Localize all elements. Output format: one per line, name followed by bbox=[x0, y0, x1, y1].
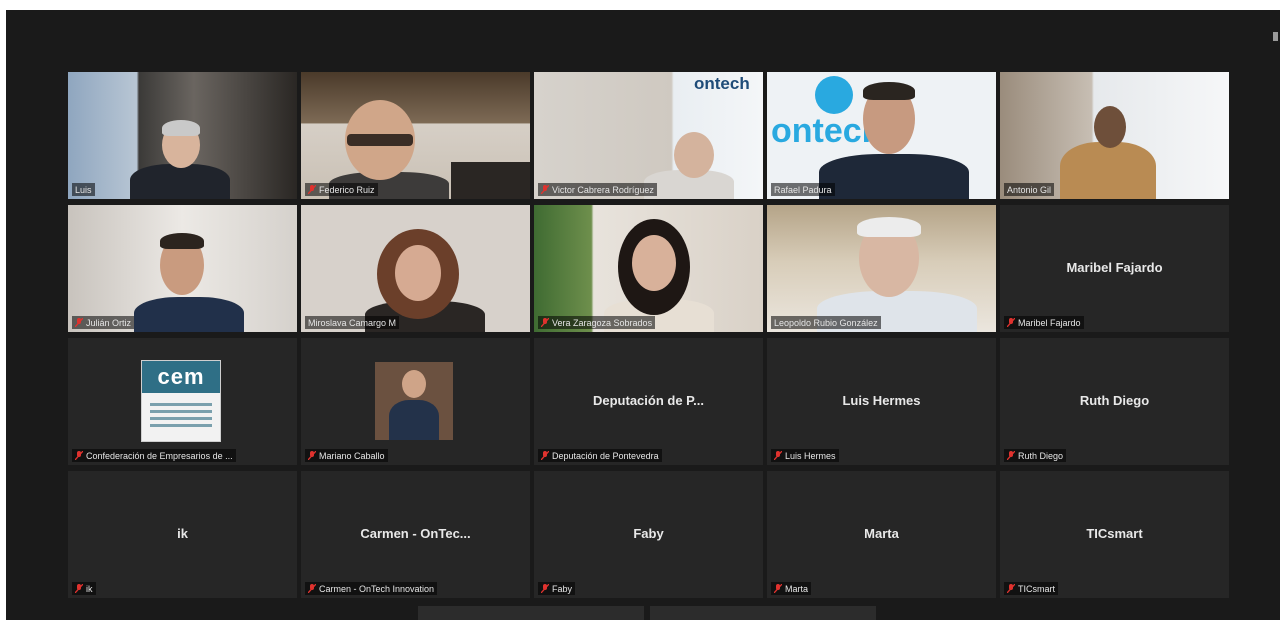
toolbar-segment[interactable] bbox=[418, 606, 644, 620]
participant-tile[interactable]: TICsmart TICsmart bbox=[1000, 471, 1229, 598]
participant-display-name: Deputación de P... bbox=[592, 392, 704, 408]
participant-name-label: Rafael Padura bbox=[771, 183, 835, 196]
muted-mic-icon bbox=[541, 584, 549, 593]
participant-name-label: Maribel Fajardo bbox=[1004, 316, 1084, 329]
participant-name-label: ik bbox=[72, 582, 96, 595]
participant-display-name: Luis Hermes bbox=[842, 392, 921, 408]
participant-name-label: Carmen - OnTech Innovation bbox=[305, 582, 438, 595]
participant-display-name: Faby bbox=[633, 525, 664, 541]
participant-name-label: Confederación de Empresarios de ... bbox=[72, 449, 236, 462]
participant-tile[interactable]: ontech Victor Cabrera Rodríguez bbox=[534, 72, 763, 199]
muted-mic-icon bbox=[541, 451, 549, 460]
meeting-window: Luis Federico Ruiz ontech Victor Cabrera… bbox=[6, 10, 1280, 620]
muted-mic-icon bbox=[75, 584, 83, 593]
muted-mic-icon bbox=[308, 584, 316, 593]
muted-mic-icon bbox=[541, 318, 549, 327]
participant-name-label: Luis bbox=[72, 183, 95, 196]
window-control-icon[interactable] bbox=[1273, 32, 1278, 41]
participant-tile[interactable]: Maribel Fajardo Maribel Fajardo bbox=[1000, 205, 1229, 332]
participant-tile[interactable]: Deputación de P... Deputación de Ponteve… bbox=[534, 338, 763, 465]
participant-display-name: Carmen - OnTec... bbox=[360, 525, 471, 541]
participant-display-name: Marta bbox=[864, 525, 899, 541]
profile-photo-avatar bbox=[375, 362, 453, 440]
participant-name-label: Mariano Caballo bbox=[305, 449, 388, 462]
toolbar-segment[interactable] bbox=[650, 606, 876, 620]
participant-name-label: Vera Zaragoza Sobrados bbox=[538, 316, 656, 329]
participant-name-label: Deputación de Pontevedra bbox=[538, 449, 662, 462]
participant-name-label: Marta bbox=[771, 582, 812, 595]
participant-tile[interactable]: Vera Zaragoza Sobrados bbox=[534, 205, 763, 332]
muted-mic-icon bbox=[1007, 318, 1015, 327]
muted-mic-icon bbox=[541, 185, 549, 194]
participant-name-label: Federico Ruiz bbox=[305, 183, 378, 196]
participant-tile[interactable]: Faby Faby bbox=[534, 471, 763, 598]
cem-logo-avatar: cem bbox=[141, 360, 221, 442]
muted-mic-icon bbox=[1007, 584, 1015, 593]
muted-mic-icon bbox=[308, 185, 316, 194]
participant-tile[interactable]: ik ik bbox=[68, 471, 297, 598]
participant-tile[interactable]: Carmen - OnTec... Carmen - OnTech Innova… bbox=[301, 471, 530, 598]
muted-mic-icon bbox=[774, 451, 782, 460]
participant-display-name: ik bbox=[177, 525, 188, 541]
muted-mic-icon bbox=[308, 451, 316, 460]
participant-tile[interactable]: Federico Ruiz bbox=[301, 72, 530, 199]
muted-mic-icon bbox=[75, 451, 83, 460]
participant-tile-active-speaker[interactable]: ontech Rafael Padura bbox=[767, 72, 996, 199]
participant-name-label: Leopoldo Rubio González bbox=[771, 316, 881, 329]
participant-tile[interactable]: Julián Ortiz bbox=[68, 205, 297, 332]
participant-tile[interactable]: Miroslava Camargo M bbox=[301, 205, 530, 332]
participant-name-label: Ruth Diego bbox=[1004, 449, 1067, 462]
participant-tile[interactable]: Antonio Gil bbox=[1000, 72, 1229, 199]
participant-name-label: TICsmart bbox=[1004, 582, 1058, 595]
participant-tile[interactable]: Luis Hermes Luis Hermes bbox=[767, 338, 996, 465]
participant-name-label: Antonio Gil bbox=[1004, 183, 1055, 196]
ontech-banner-text: ontech bbox=[694, 74, 750, 93]
participant-tile[interactable]: Leopoldo Rubio González bbox=[767, 205, 996, 332]
gallery-grid: Luis Federico Ruiz ontech Victor Cabrera… bbox=[68, 72, 1229, 598]
muted-mic-icon bbox=[75, 318, 83, 327]
participant-tile[interactable]: cem Confederación de Empresarios de ... bbox=[68, 338, 297, 465]
participant-tile[interactable]: Marta Marta bbox=[767, 471, 996, 598]
participant-name-label: Victor Cabrera Rodríguez bbox=[538, 183, 657, 196]
participant-name-label: Faby bbox=[538, 582, 576, 595]
participant-display-name: TICsmart bbox=[1086, 525, 1143, 541]
participant-tile[interactable]: Ruth Diego Ruth Diego bbox=[1000, 338, 1229, 465]
participant-name-label: Miroslava Camargo M bbox=[305, 316, 400, 329]
participant-display-name: Ruth Diego bbox=[1079, 392, 1150, 408]
participant-tile[interactable]: Luis bbox=[68, 72, 297, 199]
participant-display-name: Maribel Fajardo bbox=[1066, 259, 1163, 275]
participant-tile[interactable]: Mariano Caballo bbox=[301, 338, 530, 465]
muted-mic-icon bbox=[774, 584, 782, 593]
participant-name-label: Julián Ortiz bbox=[72, 316, 135, 329]
participant-name-label: Luis Hermes bbox=[771, 449, 839, 462]
muted-mic-icon bbox=[1007, 451, 1015, 460]
